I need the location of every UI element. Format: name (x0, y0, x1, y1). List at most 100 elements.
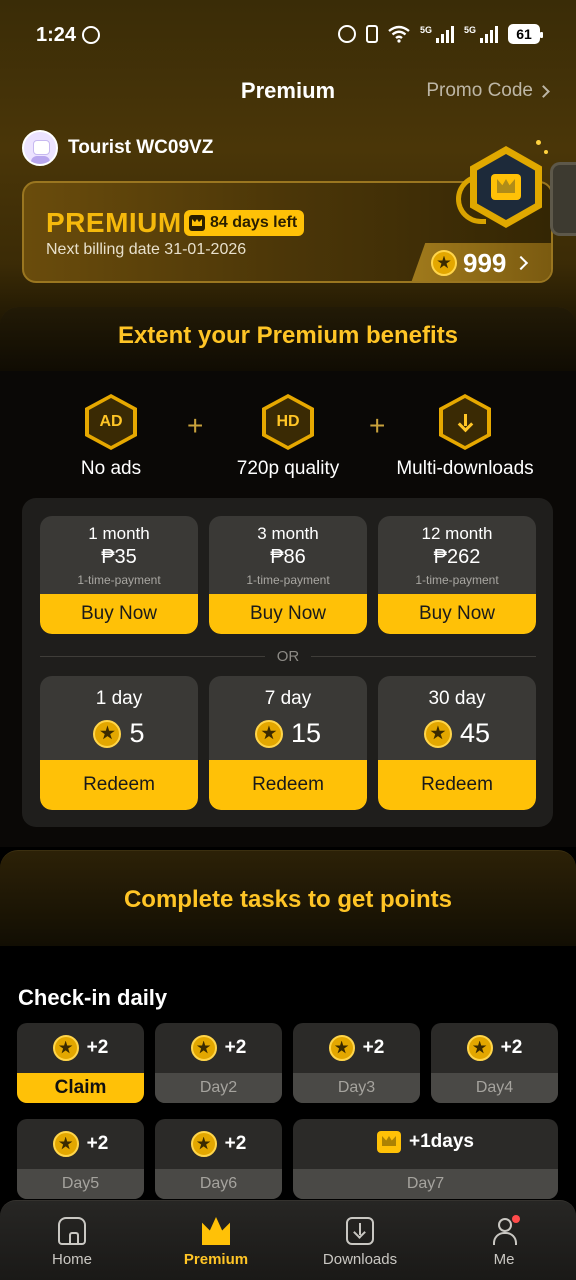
ad-icon: AD (85, 394, 137, 450)
plan-card-1-month: 1 month ₱35 1-time-payment Buy Now (40, 516, 198, 634)
star-coin-icon (431, 250, 457, 276)
redeem-cost-value: 5 (129, 718, 145, 748)
whatsapp-icon (82, 26, 100, 44)
checkin-title: Check-in daily (18, 985, 168, 1010)
user-name: Tourist WC09VZ (68, 137, 214, 158)
checkin-day-label: Day6 (155, 1169, 282, 1199)
checkin-day-label: Day5 (17, 1169, 144, 1199)
checkin-day-label: Day7 (293, 1169, 558, 1199)
star-coin-icon (190, 1131, 217, 1157)
buy-now-button[interactable]: Buy Now (209, 594, 367, 634)
benefit-label: No ads (80, 458, 142, 479)
checkin-points: +2 (362, 1037, 385, 1058)
sparkle-icon (536, 140, 541, 145)
nav-label: Downloads (322, 1251, 398, 1268)
bottom-navigation: Home Premium Downloads Me (0, 1200, 576, 1280)
chevron-right-icon (537, 84, 550, 98)
plan-price: ₱86 (270, 546, 306, 568)
checkin-day-3: +2 Day3 (293, 1023, 420, 1103)
notification-dot (512, 1215, 520, 1223)
redeem-button[interactable]: Redeem (209, 760, 367, 810)
buy-now-button[interactable]: Buy Now (378, 594, 536, 634)
download-icon (346, 1217, 374, 1245)
star-coin-icon (466, 1035, 493, 1061)
checkin-points: +2 (86, 1037, 109, 1058)
benefit-no-ads: AD No ads (31, 394, 191, 480)
nav-me[interactable]: Me (432, 1215, 576, 1268)
redeem-cost-value: 15 (290, 718, 322, 748)
claim-button[interactable]: Claim (17, 1073, 144, 1103)
checkin-day-label: Day2 (155, 1073, 282, 1103)
redeem-duration: 7 day (264, 688, 312, 709)
benefit-720p: HD 720p quality (208, 394, 368, 480)
plan-note: 1-time-payment (77, 573, 161, 587)
signal-icon-1: 5G (420, 25, 454, 43)
plus-sign: + (187, 410, 204, 441)
points-value: 999 (463, 247, 507, 278)
nav-label: Premium (183, 1251, 249, 1268)
checkin-day-2: +2 Day2 (155, 1023, 282, 1103)
buy-now-button[interactable]: Buy Now (40, 594, 198, 634)
star-coin-icon (190, 1035, 217, 1061)
billing-date: Next billing date 31-01-2026 (46, 241, 247, 258)
points-balance-button[interactable]: 999 (411, 243, 551, 281)
tasks-title: Complete tasks to get points (123, 886, 453, 913)
plan-note: 1-time-payment (415, 573, 499, 587)
download-icon (439, 394, 491, 450)
star-coin-icon (254, 719, 283, 748)
home-icon (58, 1217, 86, 1245)
checkin-points: +2 (224, 1037, 247, 1058)
days-left-text: 84 days left (210, 214, 298, 231)
hd-icon: HD (262, 394, 314, 450)
checkin-day-1[interactable]: +2 Claim (17, 1023, 144, 1103)
user-icon (490, 1215, 520, 1245)
star-coin-icon (93, 719, 122, 748)
side-thumbnail (550, 162, 576, 236)
avatar (22, 130, 58, 166)
redeem-cost: 45 (378, 718, 536, 749)
benefit-multi-downloads: Multi-downloads (385, 394, 545, 480)
signal-icon-2: 5G (464, 25, 498, 43)
vibrate-icon (365, 25, 378, 43)
redeem-duration: 1 day (95, 688, 143, 709)
promo-code-label: Promo Code (426, 80, 533, 101)
redeem-cost: 15 (209, 718, 367, 749)
star-coin-icon (328, 1035, 355, 1061)
redeem-cost-value: 45 (459, 718, 491, 748)
nav-label: Home (51, 1251, 92, 1268)
days-left-badge: 84 days left (184, 210, 305, 236)
checkin-points: +1days (409, 1131, 474, 1152)
benefit-label: Multi-downloads (396, 458, 534, 479)
alarm-icon (337, 25, 356, 43)
redeem-button[interactable]: Redeem (40, 760, 198, 810)
plan-price: ₱35 (101, 546, 137, 568)
nav-downloads[interactable]: Downloads (288, 1217, 432, 1268)
plan-duration: 1 month (88, 524, 150, 543)
redeem-card-7-day: 7 day 15 Redeem (209, 676, 367, 810)
redeem-button[interactable]: Redeem (378, 760, 536, 810)
promo-code-link[interactable]: Promo Code (426, 80, 550, 102)
premium-label: PREMIUM (46, 207, 182, 238)
nav-home[interactable]: Home (0, 1217, 144, 1268)
nav-premium[interactable]: Premium (144, 1217, 288, 1268)
plan-note: 1-time-payment (246, 573, 330, 587)
checkin-day-7: +1days Day7 (293, 1119, 558, 1199)
user-profile[interactable]: Tourist WC09VZ (22, 130, 213, 166)
nav-label: Me (493, 1251, 515, 1268)
crown-icon (377, 1131, 401, 1153)
plan-card-3-month: 3 month ₱86 1-time-payment Buy Now (209, 516, 367, 634)
checkin-points: +2 (86, 1133, 109, 1154)
plan-duration: 3 month (257, 524, 319, 543)
status-icons: 5G 5G 61 (337, 24, 543, 44)
battery-icon: 61 (508, 24, 543, 44)
redeem-card-1-day: 1 day 5 Redeem (40, 676, 198, 810)
plan-duration: 12 month (421, 524, 493, 543)
redeem-card-30-day: 30 day 45 Redeem (378, 676, 536, 810)
checkin-points: +2 (224, 1133, 247, 1154)
crown-icon (189, 215, 205, 231)
wifi-icon (388, 25, 410, 43)
checkin-day-4: +2 Day4 (431, 1023, 558, 1103)
star-coin-icon (423, 719, 452, 748)
redeem-cost: 5 (40, 718, 198, 749)
plan-card-12-month: 12 month ₱262 1-time-payment Buy Now (378, 516, 536, 634)
